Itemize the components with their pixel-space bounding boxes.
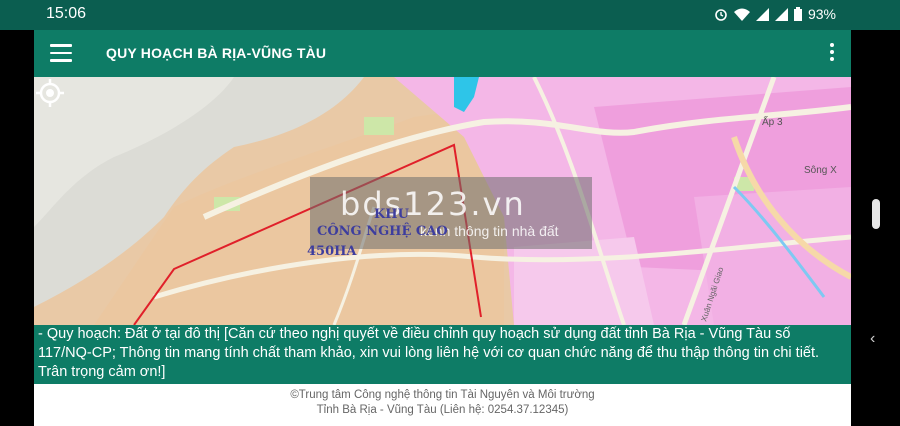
footer-line2: Tỉnh Bà Rịa - Vũng Tàu (Liên hệ: 0254.37…	[316, 404, 569, 416]
signal-icon	[755, 7, 769, 21]
battery-percent: 93%	[807, 6, 836, 22]
status-time: 15:06	[46, 5, 87, 22]
signal-icon	[774, 7, 788, 21]
battery-icon	[793, 7, 802, 21]
wifi-icon	[733, 8, 750, 21]
info-panel: - Quy hoạch: Đất ở tại đô thị [Căn cứ th…	[34, 325, 851, 384]
zone-label-line3: 450HA	[307, 244, 357, 259]
app-title: QUY HOẠCH BÀ RỊA-VŨNG TÀU	[106, 45, 327, 61]
zone-label-line1: KHU	[374, 207, 409, 222]
watermark-main: bds123.vn	[340, 185, 526, 223]
info-text: - Quy hoạch: Đất ở tại đô thị [Căn cứ th…	[38, 326, 820, 380]
footer: ©Trung tâm Công nghệ thông tin Tài Nguyê…	[34, 384, 851, 426]
status-icons: 93%	[714, 6, 836, 22]
zone-label-line2: CÔNG NGHỆ CAO	[317, 224, 448, 239]
alarm-icon	[715, 9, 727, 21]
status-bar: 15:06 93%	[0, 0, 900, 30]
place-label-ap3: Ấp 3	[762, 115, 783, 128]
more-options-icon[interactable]	[829, 43, 835, 63]
gps-locate-icon[interactable]	[34, 77, 66, 109]
place-label-song: Sông X	[804, 165, 837, 176]
footer-line1: ©Trung tâm Công nghệ thông tin Tài Nguyê…	[290, 389, 595, 401]
map-view[interactable]: Ấp 3 Sông X Xuân Ngãi Giao bds123.vn kên…	[34, 77, 851, 325]
hamburger-menu-icon[interactable]	[50, 44, 72, 62]
edge-handle[interactable]	[872, 199, 880, 229]
back-chevron-icon[interactable]: ‹	[870, 330, 875, 348]
app-bar: QUY HOẠCH BÀ RỊA-VŨNG TÀU	[34, 30, 851, 77]
